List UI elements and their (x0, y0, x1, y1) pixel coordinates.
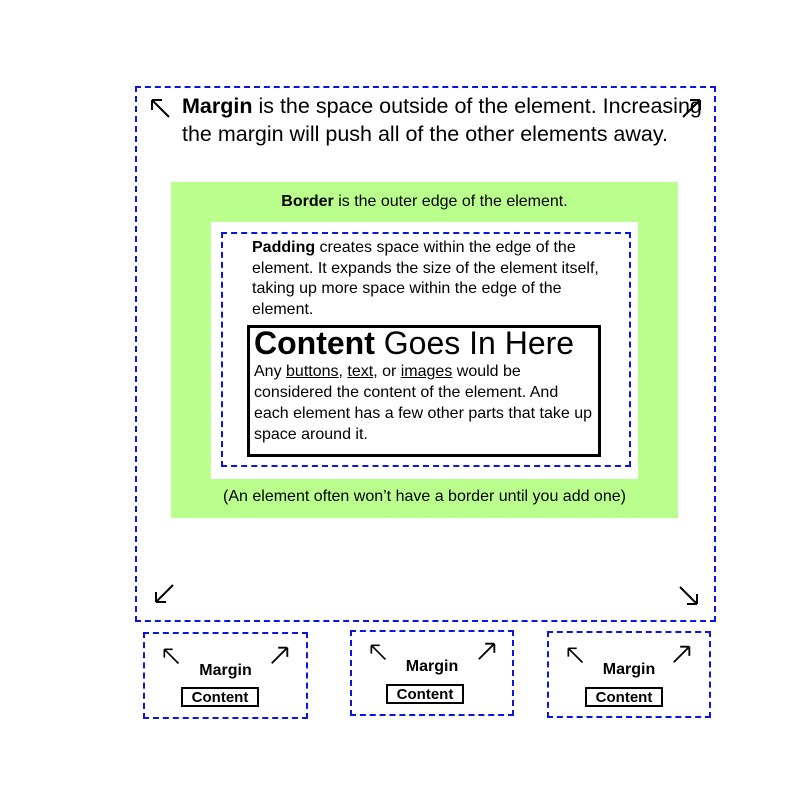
content-title-rest: Goes In Here (374, 325, 575, 361)
border-note: (An element often won’t have a border un… (223, 488, 626, 505)
margin-term: Margin (182, 94, 253, 118)
content-title: Content Goes In Here (254, 324, 574, 362)
mini-margin-label: Margin (199, 662, 252, 679)
border-description: Border is the outer edge of the element. (171, 192, 678, 212)
mini-margin-box-1: Margin Content (143, 632, 308, 719)
border-term: Border (281, 193, 334, 210)
images-link[interactable]: images (401, 363, 453, 380)
content-description: Any buttons, text, or images would be co… (254, 361, 594, 445)
mini-content-box: Content (585, 687, 663, 707)
border-text: is the outer edge of the element. (333, 193, 568, 210)
buttons-link[interactable]: buttons (286, 363, 338, 380)
content-text: Any (254, 363, 287, 380)
mini-content-box: Content (181, 687, 259, 707)
padding-description: Padding creates space within the edge of… (252, 238, 612, 320)
mini-content-box: Content (386, 684, 464, 704)
arrow-down-left-icon (152, 582, 176, 606)
margin-text: is the space outside of the element. Inc… (182, 94, 702, 146)
content-text: , or (373, 363, 401, 380)
content-term: Content (254, 325, 375, 361)
arrow-up-left-icon (148, 96, 172, 120)
padding-term: Padding (252, 239, 316, 256)
arrow-down-right-icon (677, 584, 701, 608)
mini-margin-label: Margin (405, 658, 459, 675)
margin-description: Margin is the space outside of the eleme… (182, 92, 702, 148)
mini-margin-box-3: Margin Content (547, 631, 711, 718)
text-link[interactable]: text (347, 363, 373, 380)
mini-margin-label: Margin (602, 661, 656, 678)
mini-margin-box-2: Margin Content (350, 630, 514, 716)
